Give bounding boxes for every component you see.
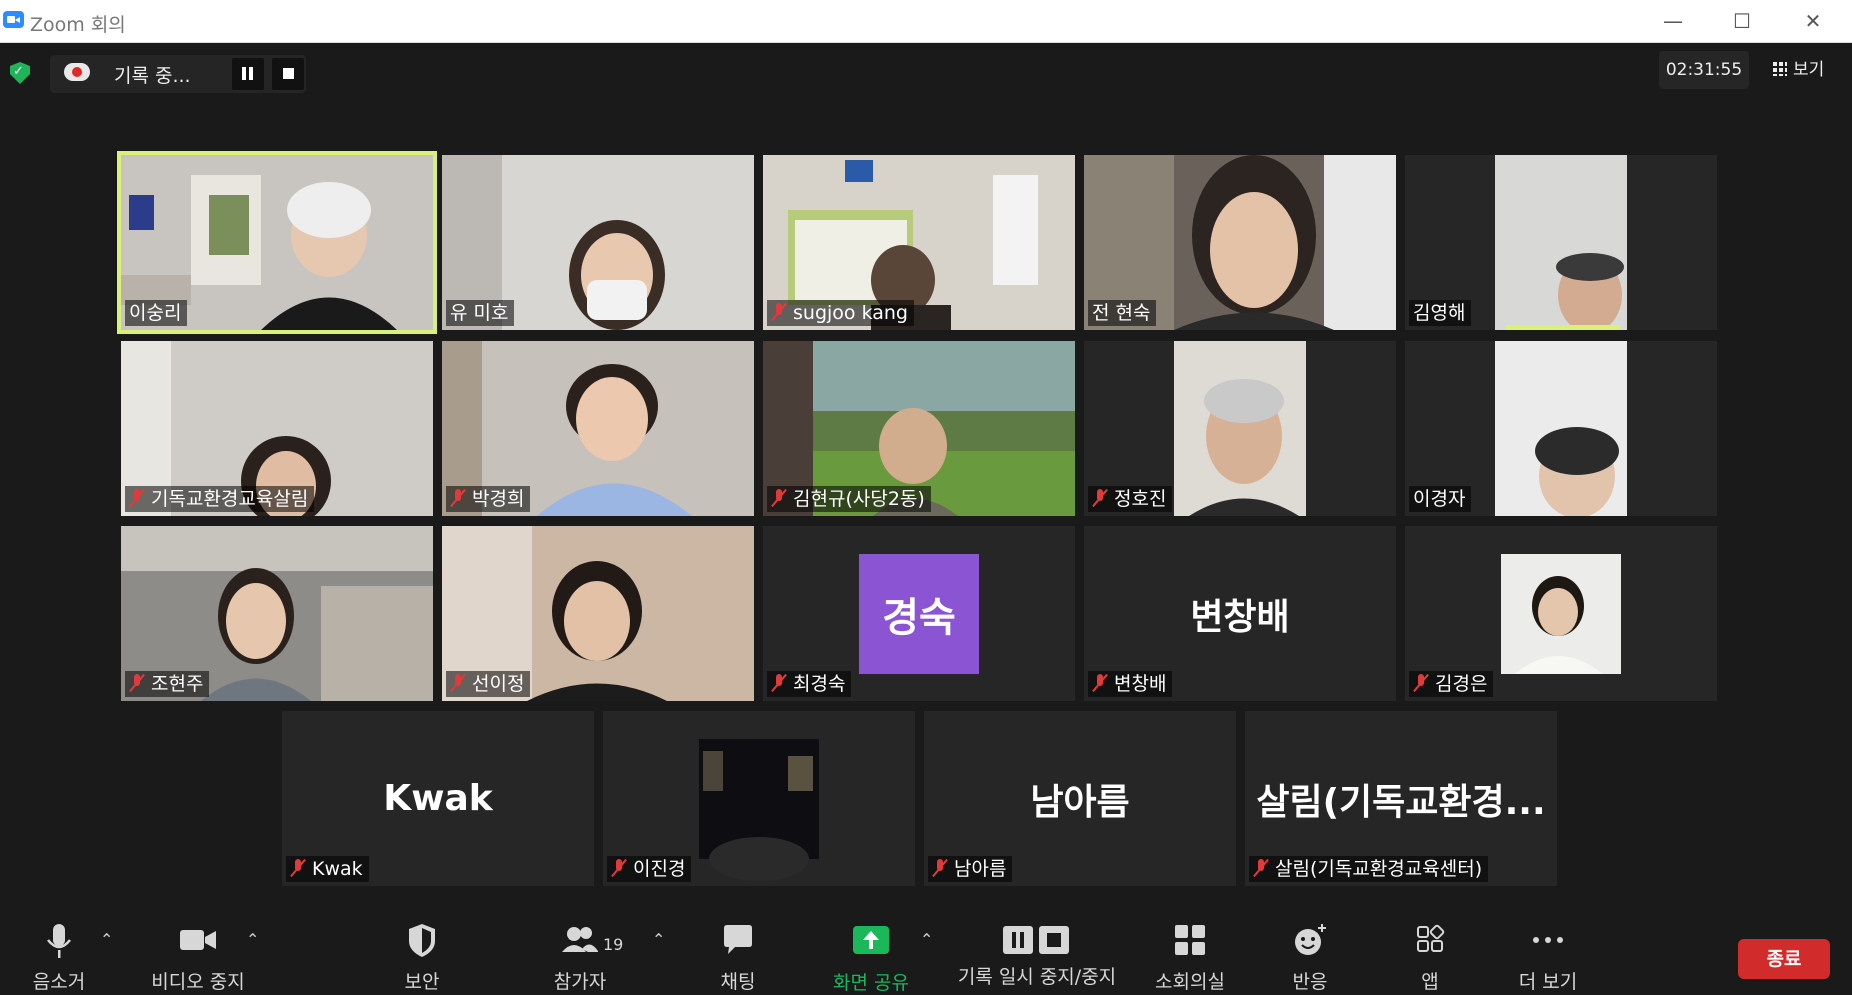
participant-name-label: 조현주	[125, 671, 210, 697]
share-options-chevron-icon[interactable]: ⌃	[920, 930, 933, 949]
participant-tile[interactable]: 경숙 최경숙	[763, 526, 1075, 701]
mic-muted-icon	[450, 673, 466, 693]
participant-tile[interactable]: 유 미호	[442, 155, 754, 330]
stop-icon	[283, 68, 294, 79]
mic-muted-icon	[771, 488, 787, 508]
participant-name-label: 남아름	[928, 856, 1013, 882]
record-dot-icon	[72, 67, 82, 77]
participants-icon	[562, 927, 598, 952]
grid-view-icon	[1773, 62, 1787, 76]
more-button[interactable]: 더 보기	[1515, 920, 1581, 994]
participant-name-label: 살림(기독교환경교육센터)	[1249, 856, 1489, 882]
mic-muted-icon	[932, 858, 948, 878]
participant-tile[interactable]: 이진경	[603, 711, 915, 886]
security-button[interactable]: 보안	[400, 920, 444, 994]
participant-name-label: 김영해	[1409, 300, 1472, 326]
participant-count: 19	[603, 935, 624, 954]
participant-tile[interactable]: Kwak Kwak	[282, 711, 594, 886]
stop-video-button[interactable]: 비디오 중지	[148, 920, 248, 994]
audio-options-chevron-icon[interactable]: ⌃	[100, 930, 113, 949]
share-screen-icon	[853, 926, 889, 954]
meeting-timer: 02:31:55	[1659, 51, 1749, 89]
participant-name-label: 변창배	[1088, 671, 1173, 697]
view-label: 보기	[1793, 60, 1825, 80]
participant-tile[interactable]: 김경은	[1405, 526, 1717, 701]
mic-muted-icon	[771, 673, 787, 693]
participant-name-label: 이진경	[607, 856, 692, 882]
pause-icon	[242, 67, 246, 80]
pause-stop-icon	[1003, 926, 1069, 954]
mic-muted-icon	[290, 858, 306, 878]
participant-name-label: 김현규(사당2동)	[767, 486, 931, 512]
mic-muted-icon	[1092, 673, 1108, 693]
video-options-chevron-icon[interactable]: ⌃	[246, 930, 259, 949]
apps-button[interactable]: 앱	[1410, 920, 1450, 994]
participant-tile[interactable]: 김현규(사당2동)	[763, 341, 1075, 516]
end-meeting-button[interactable]: 종료	[1738, 939, 1830, 979]
participant-tile[interactable]: 기독교환경교육살림	[121, 341, 433, 516]
participant-name-label: 유 미호	[446, 300, 515, 326]
participant-name-label: 기독교환경교육살림	[125, 486, 315, 512]
participant-name-label: 김경은	[1409, 671, 1494, 697]
participant-tile[interactable]: 이숭리	[117, 151, 437, 334]
participant-name-label: 이숭리	[125, 300, 188, 326]
chat-button[interactable]: 채팅	[716, 920, 760, 994]
pause-recording-button[interactable]	[232, 58, 264, 90]
breakout-rooms-button[interactable]: 소회의실	[1150, 920, 1230, 994]
participant-name-label: 최경숙	[767, 671, 852, 697]
participant-name-label: sugjoo kang	[767, 300, 914, 326]
participant-name-label: Kwak	[286, 856, 369, 882]
minimize-button[interactable]: —	[1653, 8, 1693, 34]
mic-muted-icon	[129, 488, 145, 508]
pause-stop-recording-button[interactable]: 기록 일시 중지/중지	[952, 920, 1122, 989]
mic-muted-icon	[129, 673, 145, 693]
participant-avatar: 경숙	[859, 554, 979, 674]
zoom-logo-icon	[3, 11, 24, 28]
participant-name-label: 선이정	[446, 671, 531, 697]
mic-muted-icon	[1092, 488, 1108, 508]
participant-name-label: 박경희	[446, 486, 531, 512]
participant-tile[interactable]: 박경희	[442, 341, 754, 516]
participant-tile[interactable]: 이경자	[1405, 341, 1717, 516]
mic-muted-icon	[771, 302, 787, 322]
more-dots-icon	[1533, 937, 1563, 943]
participant-tile[interactable]: 조현주	[121, 526, 433, 701]
participant-name-label: 정호진	[1088, 486, 1173, 512]
participant-tile[interactable]: 정호진	[1084, 341, 1396, 516]
recording-status-text: 기록 중...	[114, 65, 191, 87]
chat-bubble-icon	[724, 925, 752, 954]
close-window-button[interactable]: ✕	[1793, 8, 1833, 34]
security-shield-icon	[409, 924, 435, 957]
participant-tile[interactable]: 변창배 변창배	[1084, 526, 1396, 701]
participant-name-label: 이경자	[1409, 486, 1472, 512]
participant-tile[interactable]: 김영해	[1405, 155, 1717, 330]
check-icon: ✓	[13, 64, 24, 79]
mic-muted-icon	[611, 858, 627, 878]
participant-tile[interactable]: 남아름 남아름	[924, 711, 1236, 886]
participants-options-chevron-icon[interactable]: ⌃	[652, 930, 665, 949]
mic-muted-icon	[1413, 673, 1429, 693]
view-button[interactable]: 보기	[1765, 51, 1840, 89]
participant-tile[interactable]: 선이정	[442, 526, 754, 701]
mute-button[interactable]: 음소거	[28, 920, 90, 994]
participant-name-label: 전 현숙	[1088, 300, 1157, 326]
maximize-button[interactable]: ☐	[1722, 8, 1762, 34]
participant-tile[interactable]: 살림(기독교환경... 살림(기독교환경교육센터)	[1245, 711, 1557, 886]
participants-button[interactable]: 참가자	[550, 920, 610, 994]
reaction-emoji-icon	[1295, 924, 1326, 955]
mic-muted-icon	[450, 488, 466, 508]
reactions-button[interactable]: 반응	[1288, 920, 1332, 994]
microphone-icon	[47, 924, 71, 958]
apps-icon	[1417, 924, 1445, 952]
mic-muted-icon	[1253, 858, 1269, 878]
breakout-rooms-icon	[1175, 925, 1205, 955]
video-camera-icon	[180, 930, 216, 950]
participant-tile[interactable]: 전 현숙	[1084, 155, 1396, 330]
window-title: Zoom 회의	[30, 14, 126, 36]
participant-tile[interactable]: sugjoo kang	[763, 155, 1075, 330]
window-titlebar: Zoom 회의 — ☐ ✕	[0, 0, 1852, 43]
share-screen-button[interactable]: 화면 공유	[826, 920, 916, 995]
